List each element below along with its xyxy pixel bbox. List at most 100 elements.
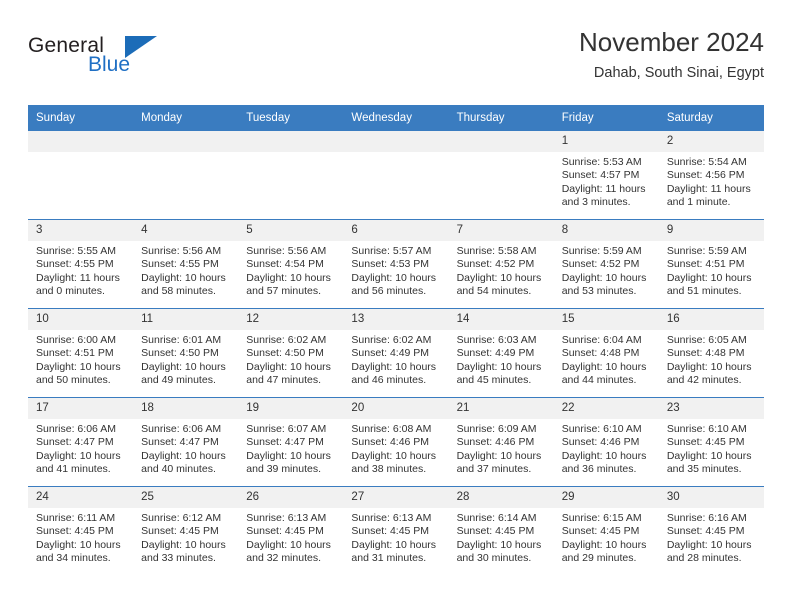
daylight-duration-line1: Daylight: 11 hours: [36, 271, 120, 284]
daylight-duration-line2: and 50 minutes.: [36, 373, 111, 386]
calendar-day-cell[interactable]: 28 Sunrise: 6:14 AM Sunset: 4:45 PM Dayligh…: [448, 486, 554, 575]
sunrise-time: Sunrise: 5:57 AM: [351, 245, 432, 257]
sunset-time: Sunset: 4:51 PM: [36, 347, 114, 360]
daylight-duration-line2: and 47 minutes.: [246, 373, 321, 386]
calendar-day-cell[interactable]: 3 Sunrise: 5:55 AM Sunset: 4:55 PM Daylight…: [28, 219, 134, 309]
sunrise-sunset-calendar: Sunday Monday Tuesday Wednesday Thursday…: [28, 105, 764, 575]
general-blue-logo[interactable]: General Blue: [28, 34, 208, 90]
calendar-day-cell[interactable]: 17 Sunrise: 6:06 AM Sunset: 4:47 PM Dayligh…: [28, 397, 134, 487]
daylight-duration-line1: Daylight: 10 hours: [141, 360, 226, 373]
calendar-day-cell[interactable]: 20 Sunrise: 6:08 AM Sunset: 4:46 PM Dayligh…: [343, 397, 449, 487]
calendar-day-cell-empty: [448, 130, 554, 220]
daylight-duration-line2: and 34 minutes.: [36, 551, 111, 564]
calendar-day-cell[interactable]: 19 Sunrise: 6:07 AM Sunset: 4:47 PM Dayligh…: [238, 397, 344, 487]
daylight-duration-line2: and 41 minutes.: [36, 462, 111, 475]
daylight-duration-line1: Daylight: 10 hours: [666, 360, 752, 373]
daylight-duration-line2: and 57 minutes.: [246, 284, 321, 297]
day-number: 29: [553, 487, 659, 508]
daylight-duration-line1: Daylight: 10 hours: [666, 449, 752, 462]
calendar-day-cell[interactable]: 21 Sunrise: 6:09 AM Sunset: 4:46 PM Dayligh…: [448, 397, 554, 487]
sunset-time: Sunset: 4:51 PM: [666, 258, 745, 271]
calendar-day-cell[interactable]: 23 Sunrise: 6:10 AM Sunset: 4:45 PM Dayligh…: [658, 397, 764, 487]
calendar-day-cell[interactable]: 14 Sunrise: 6:03 AM Sunset: 4:49 PM Dayligh…: [448, 308, 554, 398]
sunset-time: Sunset: 4:46 PM: [456, 436, 535, 449]
calendar-day-cell[interactable]: 26 Sunrise: 6:13 AM Sunset: 4:45 PM Dayligh…: [238, 486, 344, 575]
weekday-header-sunday: Sunday: [28, 105, 134, 131]
sunrise-time: Sunrise: 6:05 AM: [666, 334, 747, 346]
calendar-day-cell[interactable]: 13 Sunrise: 6:02 AM Sunset: 4:49 PM Dayligh…: [343, 308, 449, 398]
sunset-time: Sunset: 4:55 PM: [36, 258, 114, 271]
sunrise-time: Sunrise: 6:08 AM: [351, 423, 432, 435]
daylight-duration-line1: Daylight: 10 hours: [666, 538, 752, 551]
day-number: 8: [553, 220, 659, 241]
calendar-day-cell[interactable]: 2 Sunrise: 5:54 AM Sunset: 4:56 PM Daylight…: [658, 130, 764, 220]
sunrise-time: Sunrise: 6:02 AM: [246, 334, 327, 346]
calendar-day-cell[interactable]: 15 Sunrise: 6:04 AM Sunset: 4:48 PM Dayligh…: [553, 308, 659, 398]
sunrise-time: Sunrise: 6:06 AM: [141, 423, 222, 435]
daylight-duration-line1: Daylight: 10 hours: [561, 360, 647, 373]
day-details: Sunrise: 6:14 AM Sunset: 4:45 PM Daylight:…: [449, 508, 554, 565]
day-details: Sunrise: 5:58 AM Sunset: 4:52 PM Daylight:…: [449, 241, 554, 298]
day-details: Sunrise: 5:53 AM Sunset: 4:57 PM Daylight:…: [554, 152, 659, 209]
calendar-day-cell[interactable]: 7 Sunrise: 5:58 AM Sunset: 4:52 PM Daylight…: [448, 219, 554, 309]
calendar-day-cell[interactable]: 6 Sunrise: 5:57 AM Sunset: 4:53 PM Daylight…: [343, 219, 449, 309]
day-number: [28, 131, 134, 152]
sunset-time: Sunset: 4:47 PM: [36, 436, 114, 449]
day-details: Sunrise: 5:55 AM Sunset: 4:55 PM Daylight:…: [28, 241, 133, 298]
day-number: 15: [553, 309, 659, 330]
daylight-duration-line1: Daylight: 11 hours: [561, 182, 646, 195]
day-number: [133, 131, 239, 152]
daylight-duration-line1: Daylight: 10 hours: [36, 538, 121, 551]
day-number: 9: [658, 220, 764, 241]
sunrise-time: Sunrise: 5:55 AM: [36, 245, 116, 257]
sunrise-time: Sunrise: 6:11 AM: [36, 512, 116, 524]
day-details: Sunrise: 5:54 AM Sunset: 4:56 PM Daylight:…: [659, 152, 764, 209]
calendar-day-cell[interactable]: 8 Sunrise: 5:59 AM Sunset: 4:52 PM Daylight…: [553, 219, 659, 309]
calendar-day-cell-empty: [133, 130, 239, 220]
calendar-day-cell[interactable]: 22 Sunrise: 6:10 AM Sunset: 4:46 PM Dayligh…: [553, 397, 659, 487]
calendar-day-cell[interactable]: 27 Sunrise: 6:13 AM Sunset: 4:45 PM Dayligh…: [343, 486, 449, 575]
calendar-day-cell[interactable]: 11 Sunrise: 6:01 AM Sunset: 4:50 PM Dayligh…: [133, 308, 239, 398]
day-number: 16: [658, 309, 764, 330]
calendar-day-cell[interactable]: 4 Sunrise: 5:56 AM Sunset: 4:55 PM Daylight…: [133, 219, 239, 309]
sunset-time: Sunset: 4:46 PM: [351, 436, 430, 449]
day-details: Sunrise: 6:10 AM Sunset: 4:46 PM Daylight:…: [554, 419, 659, 476]
calendar-day-cell[interactable]: 16 Sunrise: 6:05 AM Sunset: 4:48 PM Dayligh…: [658, 308, 764, 398]
daylight-duration-line2: and 31 minutes.: [351, 551, 427, 564]
page-title: November 2024: [579, 27, 764, 57]
day-number: 24: [28, 487, 134, 508]
calendar-day-cell[interactable]: 5 Sunrise: 5:56 AM Sunset: 4:54 PM Daylight…: [238, 219, 344, 309]
calendar-day-cell[interactable]: 25 Sunrise: 6:12 AM Sunset: 4:45 PM Dayligh…: [133, 486, 239, 575]
calendar-day-cell[interactable]: 30 Sunrise: 6:16 AM Sunset: 4:45 PM Dayligh…: [658, 486, 764, 575]
sunrise-time: Sunrise: 5:56 AM: [246, 245, 327, 257]
daylight-duration-line2: and 0 minutes.: [36, 284, 105, 297]
day-number: 19: [238, 398, 344, 419]
day-number: 14: [448, 309, 554, 330]
daylight-duration-line2: and 37 minutes.: [456, 462, 532, 475]
day-details: Sunrise: 5:57 AM Sunset: 4:53 PM Daylight:…: [343, 241, 448, 298]
day-number: 3: [28, 220, 134, 241]
sunrise-time: Sunrise: 6:03 AM: [456, 334, 537, 346]
calendar-day-cell[interactable]: 29 Sunrise: 6:15 AM Sunset: 4:45 PM Dayligh…: [553, 486, 659, 575]
calendar-day-cell[interactable]: 1 Sunrise: 5:53 AM Sunset: 4:57 PM Daylight…: [553, 130, 659, 220]
daylight-duration-line1: Daylight: 10 hours: [351, 538, 437, 551]
day-details: Sunrise: 6:06 AM Sunset: 4:47 PM Daylight:…: [28, 419, 133, 476]
calendar-day-cell[interactable]: 9 Sunrise: 5:59 AM Sunset: 4:51 PM Daylight…: [658, 219, 764, 309]
calendar-week-row: 24 Sunrise: 6:11 AM Sunset: 4:45 PM Dayligh…: [28, 486, 764, 575]
day-details: Sunrise: 6:12 AM Sunset: 4:45 PM Daylight:…: [133, 508, 238, 565]
day-details: Sunrise: 6:16 AM Sunset: 4:45 PM Daylight:…: [659, 508, 764, 565]
day-number: 23: [658, 398, 764, 419]
calendar-day-cell[interactable]: 12 Sunrise: 6:02 AM Sunset: 4:50 PM Dayligh…: [238, 308, 344, 398]
sunrise-time: Sunrise: 6:07 AM: [246, 423, 327, 435]
weekday-header-saturday: Saturday: [658, 105, 764, 131]
calendar-day-cell[interactable]: 18 Sunrise: 6:06 AM Sunset: 4:47 PM Dayligh…: [133, 397, 239, 487]
daylight-duration-line2: and 56 minutes.: [351, 284, 427, 297]
daylight-duration-line1: Daylight: 10 hours: [351, 360, 437, 373]
sunrise-time: Sunrise: 6:13 AM: [246, 512, 327, 524]
daylight-duration-line1: Daylight: 10 hours: [36, 360, 121, 373]
day-details: Sunrise: 6:13 AM Sunset: 4:45 PM Daylight:…: [238, 508, 343, 565]
calendar-day-cell[interactable]: 10 Sunrise: 6:00 AM Sunset: 4:51 PM Dayligh…: [28, 308, 134, 398]
sunset-time: Sunset: 4:55 PM: [141, 258, 219, 271]
daylight-duration-line1: Daylight: 10 hours: [456, 449, 542, 462]
calendar-day-cell[interactable]: 24 Sunrise: 6:11 AM Sunset: 4:45 PM Dayligh…: [28, 486, 134, 575]
